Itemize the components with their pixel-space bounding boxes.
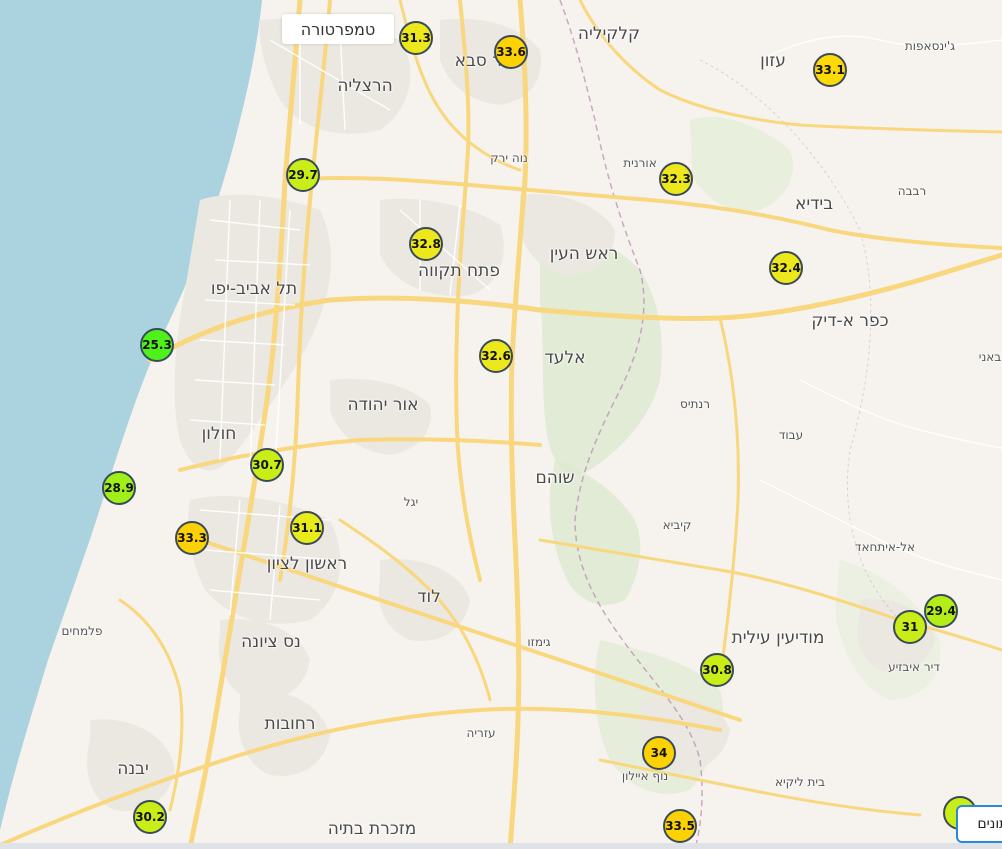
bottom-strip (0, 843, 1002, 849)
temperature-marker[interactable]: 30.7 (250, 448, 284, 482)
temperature-marker[interactable]: 33.5 (663, 809, 697, 843)
place-label: מזכרת בתיה (327, 819, 417, 839)
place-label: קיביא (662, 518, 692, 532)
temperature-marker[interactable]: 33.6 (494, 35, 528, 69)
temperature-marker[interactable]: 34 (642, 736, 676, 770)
place-label: אלעד (544, 348, 586, 368)
temperature-marker[interactable]: 33.1 (813, 53, 847, 87)
map-canvas[interactable] (0, 0, 1002, 849)
temperature-marker[interactable]: 32.4 (769, 251, 803, 285)
temperature-marker[interactable]: 32.3 (659, 162, 693, 196)
place-label: חולון (201, 424, 237, 444)
place-label: שוהם (535, 468, 575, 488)
place-label: נוף איילון (621, 769, 669, 783)
temperature-marker[interactable]: 30.2 (133, 800, 167, 834)
place-label: עבוד (778, 428, 804, 442)
place-label: יגל (403, 495, 419, 509)
place-label: בית ליקיא (774, 775, 826, 789)
temperature-marker[interactable]: 33.3 (175, 521, 209, 555)
temperature-marker[interactable]: 31.1 (290, 511, 324, 545)
place-label: דיר איבזיע (888, 660, 940, 674)
place-label: אור יהודה (347, 395, 419, 415)
place-label: הרצליה (337, 76, 393, 96)
temperature-marker[interactable]: 32.8 (409, 227, 443, 261)
place-label: רנתיס (680, 397, 710, 411)
place-label: רחובות (264, 714, 316, 734)
temperature-marker[interactable]: 28.9 (102, 471, 136, 505)
place-label: ראש העין (549, 244, 619, 264)
temperature-marker[interactable]: 25.3 (140, 328, 174, 362)
place-label: פתח תקווה (418, 261, 500, 281)
place-label: יבנה (117, 759, 149, 779)
data-button[interactable]: נתונים (956, 805, 1002, 843)
place-label: רבבה (897, 184, 927, 198)
place-label: תל אביב-יפו (210, 279, 298, 299)
temperature-marker[interactable]: 31.3 (399, 21, 433, 55)
place-label: אל-איתחאד (854, 540, 916, 554)
place-label: עזריה (466, 726, 496, 740)
place-label: ראשון לציון (266, 554, 348, 574)
temperature-marker[interactable]: 29.7 (286, 158, 320, 192)
place-label: באני (978, 350, 1002, 364)
place-label: אורנית (623, 156, 657, 170)
place-label: ג'ינסאפות (904, 39, 956, 53)
place-label: מודיעין עילית (731, 628, 825, 648)
place-label: נוה ירק (490, 151, 528, 165)
place-label: בידיא (794, 194, 834, 214)
temperature-marker[interactable]: 30.8 (700, 653, 734, 687)
place-label: לוד (417, 587, 441, 607)
place-label: קלקיליה (577, 24, 641, 44)
place-label: פלמחים (61, 624, 103, 638)
temperature-marker[interactable]: 32.6 (479, 339, 513, 373)
place-label: עזון (760, 51, 786, 71)
place-label: גימזו (527, 635, 551, 649)
map-title: טמפרטורה (282, 14, 394, 44)
place-label: נס ציונה (241, 632, 301, 652)
place-label: כפר א-דיק (811, 311, 889, 331)
temperature-marker[interactable]: 29.4 (924, 594, 958, 628)
temperature-marker[interactable]: 31 (893, 610, 927, 644)
